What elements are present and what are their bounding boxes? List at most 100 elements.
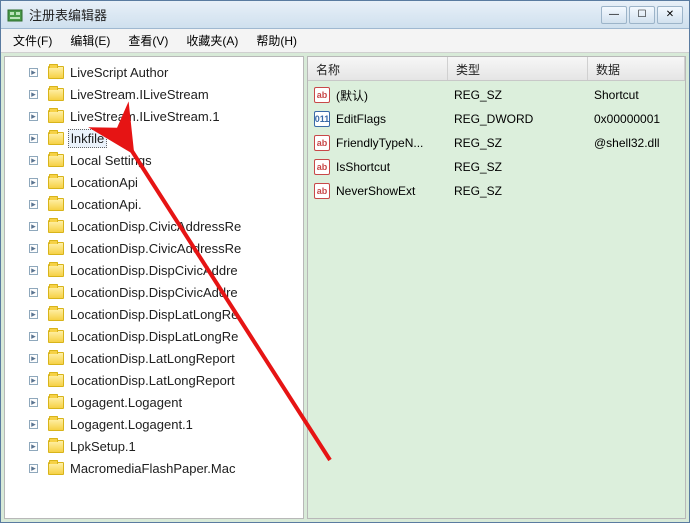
expand-icon[interactable]: ▸ [29, 464, 38, 473]
app-icon [7, 7, 23, 23]
expand-icon[interactable]: ▸ [29, 442, 38, 451]
expand-icon[interactable]: ▸ [29, 90, 38, 99]
expand-icon[interactable]: ▸ [29, 244, 38, 253]
list-header: 名称 类型 数据 [308, 57, 685, 81]
tree-item-label: MacromediaFlashPaper.Mac [68, 460, 237, 477]
folder-icon [48, 264, 64, 277]
tree-item-label: LocationDisp.DispLatLongRe [68, 328, 240, 345]
header-data[interactable]: 数据 [588, 57, 685, 80]
value-row[interactable]: abFriendlyTypeN...REG_SZ@shell32.dll [308, 131, 685, 155]
expand-icon[interactable]: ▸ [29, 112, 38, 121]
value-row[interactable]: 011EditFlagsREG_DWORD0x00000001 [308, 107, 685, 131]
expand-icon[interactable]: ▸ [29, 200, 38, 209]
value-data: @shell32.dll [594, 136, 685, 150]
folder-icon [48, 286, 64, 299]
expand-icon[interactable]: ▸ [29, 178, 38, 187]
value-type: REG_SZ [454, 160, 594, 174]
expand-icon[interactable]: ▸ [29, 134, 38, 143]
values-pane[interactable]: 名称 类型 数据 ab(默认)REG_SZShortcut011EditFlag… [307, 56, 686, 519]
maximize-button[interactable]: ☐ [629, 6, 655, 24]
tree-item-label: LiveStream.ILiveStream.1 [68, 108, 222, 125]
tree-item[interactable]: ▸ MacromediaFlashPaper.Mac [5, 457, 303, 479]
folder-icon [48, 374, 64, 387]
value-type: REG_SZ [454, 184, 594, 198]
tree-item[interactable]: ▸ LpkSetup.1 [5, 435, 303, 457]
tree-item[interactable]: ▸Local Settings [5, 149, 303, 171]
tree-item[interactable]: ▸ LocationApi [5, 171, 303, 193]
tree-item[interactable]: ▸LocationDisp.DispCivicAddre [5, 281, 303, 303]
expand-icon[interactable]: ▸ [29, 354, 38, 363]
expand-icon[interactable]: ▸ [29, 222, 38, 231]
menu-favorites[interactable]: 收藏夹(A) [178, 29, 246, 52]
window-controls: — ☐ ✕ [601, 6, 683, 24]
expand-icon[interactable]: ▸ [29, 288, 38, 297]
expand-icon[interactable]: ▸ [29, 376, 38, 385]
minimize-button[interactable]: — [601, 6, 627, 24]
tree-item[interactable]: ▸ LocationDisp.CivicAddressRe [5, 237, 303, 259]
folder-icon [48, 132, 64, 145]
tree-item[interactable]: ▸LiveStream.ILiveStream [5, 83, 303, 105]
value-data: Shortcut [594, 88, 685, 102]
tree-item[interactable]: ▸ LocationDisp.DispLatLongRe [5, 303, 303, 325]
value-name: NeverShowExt [336, 184, 454, 198]
header-name[interactable]: 名称 [308, 57, 448, 80]
menubar: 文件(F) 编辑(E) 查看(V) 收藏夹(A) 帮助(H) [1, 29, 689, 53]
expand-icon[interactable]: ▸ [29, 420, 38, 429]
menu-view[interactable]: 查看(V) [120, 29, 176, 52]
value-data: 0x00000001 [594, 112, 685, 126]
tree-item[interactable]: ▸ LocationApi. [5, 193, 303, 215]
tree-item-label: Logagent.Logagent [68, 394, 184, 411]
tree-item-label: LocationDisp.DispCivicAddre [68, 262, 240, 279]
tree-item[interactable]: ▸ LocationDisp.LatLongReport [5, 369, 303, 391]
tree-item-label: lnkfile [68, 129, 107, 148]
tree-item[interactable]: ▸LocationDisp.CivicAddressRe [5, 215, 303, 237]
value-row[interactable]: abNeverShowExtREG_SZ [308, 179, 685, 203]
value-row[interactable]: ab(默认)REG_SZShortcut [308, 83, 685, 107]
folder-icon [48, 66, 64, 79]
tree-item[interactable]: ▸LiveScript Author [5, 61, 303, 83]
folder-icon [48, 330, 64, 343]
menu-file[interactable]: 文件(F) [5, 29, 60, 52]
tree-item[interactable]: ▸ LocationDisp.DispCivicAddre [5, 259, 303, 281]
menu-edit[interactable]: 编辑(E) [62, 29, 118, 52]
folder-icon [48, 462, 64, 475]
titlebar[interactable]: 注册表编辑器 — ☐ ✕ [1, 1, 689, 29]
tree-item[interactable]: ▸ lnkfile [5, 127, 303, 149]
tree-item-label: LpkSetup.1 [68, 438, 138, 455]
value-name: FriendlyTypeN... [336, 136, 454, 150]
value-type: REG_SZ [454, 136, 594, 150]
folder-icon [48, 440, 64, 453]
header-type[interactable]: 类型 [448, 57, 588, 80]
tree-pane[interactable]: ▸LiveScript Author▸LiveStream.ILiveStrea… [4, 56, 304, 519]
expand-icon[interactable]: ▸ [29, 332, 38, 341]
tree-item-label: LocationApi. [68, 196, 144, 213]
window-title: 注册表编辑器 [29, 5, 601, 24]
tree-item[interactable]: ▸Logagent.Logagent.1 [5, 413, 303, 435]
folder-icon [48, 220, 64, 233]
folder-icon [48, 352, 64, 365]
folder-icon [48, 418, 64, 431]
tree-item-label: LocationDisp.DispLatLongRe [68, 306, 240, 323]
value-name: IsShortcut [336, 160, 454, 174]
tree-item-label: LocationDisp.LatLongReport [68, 350, 237, 367]
expand-icon[interactable]: ▸ [29, 68, 38, 77]
tree-item[interactable]: ▸ LocationDisp.DispLatLongRe [5, 325, 303, 347]
close-button[interactable]: ✕ [657, 6, 683, 24]
expand-icon[interactable]: ▸ [29, 266, 38, 275]
folder-icon [48, 88, 64, 101]
tree-item-label: LocationDisp.CivicAddressRe [68, 240, 243, 257]
folder-icon [48, 308, 64, 321]
tree-item[interactable]: ▸ Logagent.Logagent [5, 391, 303, 413]
string-value-icon: ab [314, 159, 330, 175]
tree-item-label: LocationDisp.LatLongReport [68, 372, 237, 389]
value-type: REG_DWORD [454, 112, 594, 126]
tree-item[interactable]: ▸ LocationDisp.LatLongReport [5, 347, 303, 369]
tree-item-label: LocationApi [68, 174, 140, 191]
expand-icon[interactable]: ▸ [29, 310, 38, 319]
value-row[interactable]: ab IsShortcutREG_SZ [308, 155, 685, 179]
tree-item[interactable]: ▸ LiveStream.ILiveStream.1 [5, 105, 303, 127]
expand-icon[interactable]: ▸ [29, 398, 38, 407]
menu-help[interactable]: 帮助(H) [248, 29, 305, 52]
folder-icon [48, 176, 64, 189]
expand-icon[interactable]: ▸ [29, 156, 38, 165]
